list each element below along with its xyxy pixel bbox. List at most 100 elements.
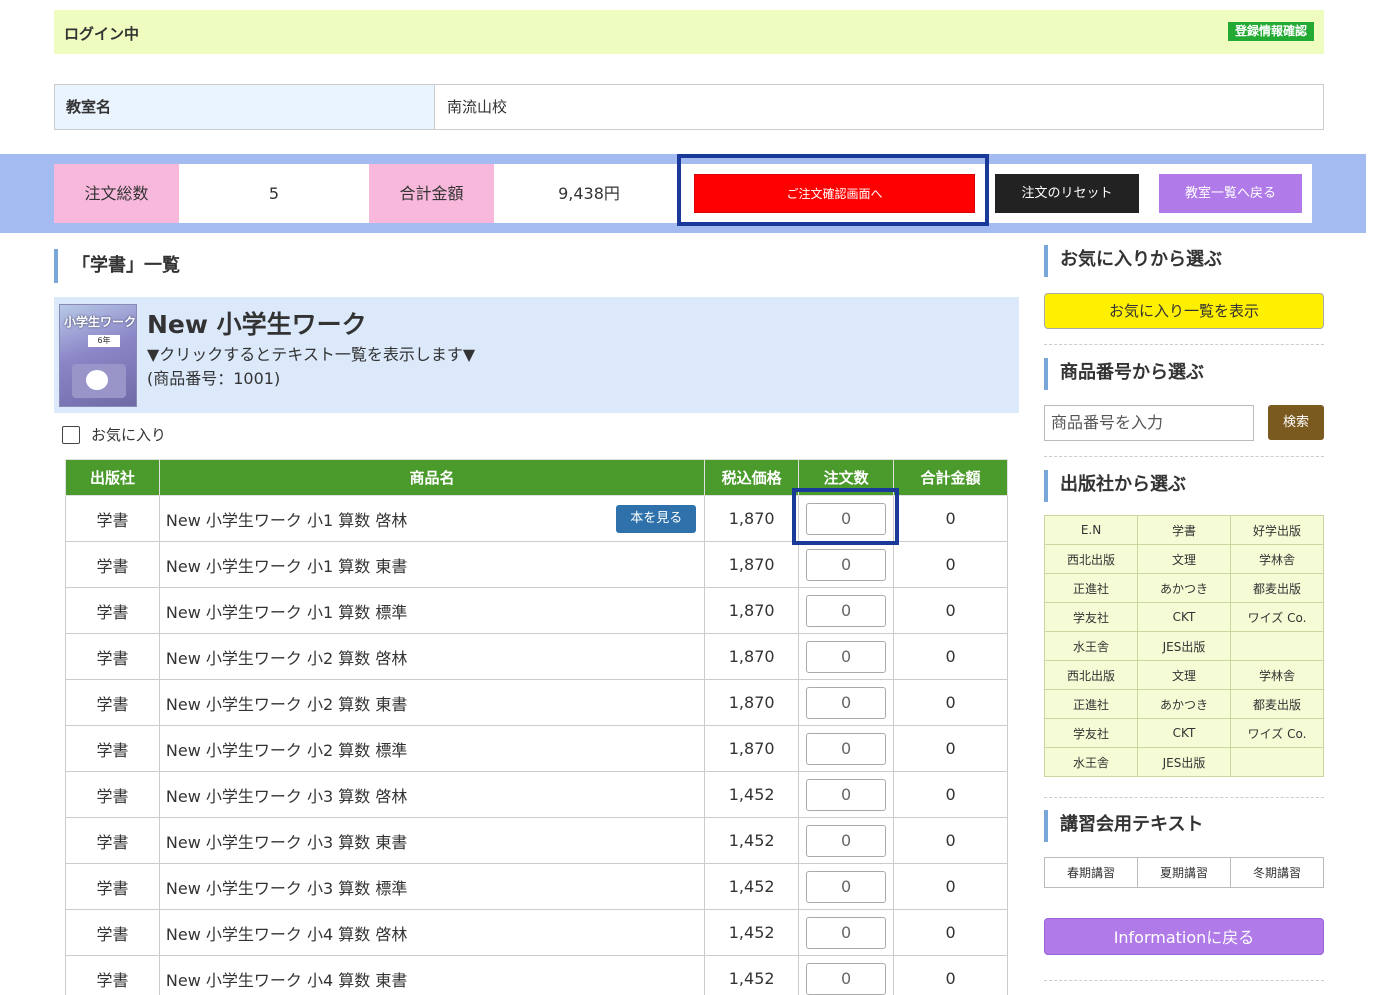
publisher-link[interactable]: ワイズ Co. bbox=[1230, 602, 1324, 632]
sidebar-divider bbox=[1044, 456, 1324, 457]
quantity-input[interactable]: 0 bbox=[806, 732, 887, 765]
quantity-input[interactable]: 0 bbox=[806, 778, 887, 811]
publisher-link[interactable]: 学友社 bbox=[1044, 718, 1138, 748]
publisher-link[interactable]: 学林舎 bbox=[1230, 660, 1324, 690]
publisher-link[interactable]: ワイズ Co. bbox=[1230, 718, 1324, 748]
publisher-link[interactable]: 都麦出版 bbox=[1230, 573, 1324, 603]
row-price: 1,452 bbox=[704, 863, 800, 910]
product-number: (商品番号：1001) bbox=[147, 369, 281, 388]
school-name: 南流山校 bbox=[447, 98, 508, 116]
school-info: 教室名 南流山校 bbox=[54, 84, 1324, 130]
publisher-link[interactable]: 都麦出版 bbox=[1230, 689, 1324, 719]
publisher-link[interactable]: 西北出版 bbox=[1044, 660, 1138, 690]
seminar-link-spring[interactable]: 春期講習 bbox=[1044, 857, 1138, 888]
product-number-section-title: 商品番号から選ぶ bbox=[1044, 358, 1204, 390]
publisher-link[interactable]: 好学出版 bbox=[1230, 515, 1324, 545]
publisher-link[interactable]: 正進社 bbox=[1044, 689, 1138, 719]
back-to-schools-button[interactable]: 教室一覧へ戻る bbox=[1159, 174, 1302, 213]
publisher-link[interactable]: 水王舎 bbox=[1044, 747, 1138, 777]
favorites-section-title: お気に入りから選ぶ bbox=[1044, 245, 1222, 277]
seminar-link-winter[interactable]: 冬期講習 bbox=[1230, 857, 1324, 888]
row-qty-cell: 0 bbox=[798, 725, 895, 772]
header-price: 税込価格 bbox=[704, 459, 800, 496]
quantity-input[interactable]: 0 bbox=[806, 594, 887, 627]
row-price: 1,870 bbox=[704, 541, 800, 588]
school-label: 教室名 bbox=[55, 85, 435, 129]
quantity-input[interactable]: 0 bbox=[806, 824, 887, 857]
publisher-link[interactable]: 文理 bbox=[1137, 660, 1231, 690]
product-cover-image: 小学生ワーク 6年 bbox=[59, 304, 137, 407]
section-title: 「学書」一覧 bbox=[54, 249, 180, 283]
row-qty-cell: 0 bbox=[798, 679, 895, 726]
publisher-link[interactable]: あかつき bbox=[1137, 573, 1231, 603]
publisher-link[interactable]: 正進社 bbox=[1044, 573, 1138, 603]
quantity-input[interactable]: 0 bbox=[806, 548, 887, 581]
sidebar-divider bbox=[1044, 797, 1324, 798]
row-product-name: New 小学生ワーク 小2 算数 標準 bbox=[158, 725, 706, 772]
row-qty-cell: 0 bbox=[798, 633, 895, 680]
publisher-link[interactable]: JES出版 bbox=[1137, 747, 1231, 777]
row-qty-cell: 0 bbox=[798, 541, 895, 588]
quantity-input[interactable]: 0 bbox=[806, 686, 887, 719]
sidebar-divider bbox=[1044, 344, 1324, 345]
row-publisher: 学書 bbox=[65, 725, 160, 772]
publisher-link[interactable]: CKT bbox=[1137, 718, 1231, 748]
row-price: 1,452 bbox=[704, 955, 800, 995]
quantity-input[interactable]: 0 bbox=[806, 870, 887, 903]
publisher-link[interactable]: 学友社 bbox=[1044, 602, 1138, 632]
table-row: 学書 New 小学生ワーク 小2 算数 啓林 1,870 0 0 bbox=[65, 633, 1008, 680]
back-to-information-button[interactable]: Informationに戻る bbox=[1044, 918, 1324, 955]
row-qty-cell: 0 bbox=[798, 587, 895, 634]
row-total: 0 bbox=[893, 587, 1008, 634]
search-button[interactable]: 検索 bbox=[1268, 405, 1324, 440]
product-header[interactable]: 小学生ワーク 6年 New 小学生ワーク ▼クリックするとテキスト一覧を表示しま… bbox=[54, 297, 1019, 413]
register-info-button[interactable]: 登録情報確認 bbox=[1227, 22, 1314, 41]
row-publisher: 学書 bbox=[65, 955, 160, 995]
row-price: 1,870 bbox=[704, 725, 800, 772]
table-row: 学書 New 小学生ワーク 小2 算数 標準 1,870 0 0 bbox=[65, 725, 1008, 772]
seminar-link-summer[interactable]: 夏期講習 bbox=[1137, 857, 1231, 888]
quantity-input-highlight bbox=[792, 488, 899, 545]
quantity-input[interactable]: 0 bbox=[806, 640, 887, 673]
row-price: 1,870 bbox=[704, 633, 800, 680]
row-total: 0 bbox=[893, 909, 1008, 956]
row-product-name: New 小学生ワーク 小1 算数 東書 bbox=[158, 541, 706, 588]
table-row: 学書 New 小学生ワーク 小4 算数 東書 1,452 0 0 bbox=[65, 955, 1008, 995]
row-product-name: New 小学生ワーク 小3 算数 標準 bbox=[158, 863, 706, 910]
publisher-link[interactable]: E.N bbox=[1044, 515, 1138, 545]
show-favorites-button[interactable]: お気に入り一覧を表示 bbox=[1044, 293, 1324, 329]
publisher-link[interactable]: あかつき bbox=[1137, 689, 1231, 719]
row-qty-cell: 0 bbox=[798, 863, 895, 910]
total-amount-value: 9,438円 bbox=[558, 184, 620, 203]
row-publisher: 学書 bbox=[65, 679, 160, 726]
publisher-link[interactable]: 西北出版 bbox=[1044, 544, 1138, 574]
table-row: 学書 New 小学生ワーク 小3 算数 啓林 1,452 0 0 bbox=[65, 771, 1008, 818]
publisher-link[interactable]: CKT bbox=[1137, 602, 1231, 632]
seminar-grid: 春期講習 夏期講習 冬期講習 bbox=[1044, 857, 1324, 888]
row-price: 1,870 bbox=[704, 679, 800, 726]
row-product-name: New 小学生ワーク 小4 算数 東書 bbox=[158, 955, 706, 995]
cover-title: 小学生ワーク bbox=[64, 315, 137, 329]
quantity-input[interactable]: 0 bbox=[806, 916, 887, 949]
publisher-link[interactable]: JES出版 bbox=[1137, 631, 1231, 661]
product-number-input[interactable]: 商品番号を入力 bbox=[1044, 405, 1254, 441]
publisher-link[interactable]: 文理 bbox=[1137, 544, 1231, 574]
view-book-button[interactable]: 本を見る bbox=[616, 505, 697, 533]
row-qty-cell: 0 bbox=[798, 817, 895, 864]
confirm-button-highlight bbox=[677, 154, 989, 226]
favorite-label: お気に入り bbox=[91, 426, 167, 444]
order-reset-button[interactable]: 注文のリセット bbox=[995, 174, 1139, 213]
publisher-link[interactable]: 学書 bbox=[1137, 515, 1231, 545]
publisher-link[interactable]: 学林舎 bbox=[1230, 544, 1324, 574]
publisher-link[interactable]: 水王舎 bbox=[1044, 631, 1138, 661]
row-qty-cell: 0 bbox=[798, 955, 895, 995]
favorite-checkbox[interactable] bbox=[62, 426, 80, 444]
row-qty-cell: 0 bbox=[798, 771, 895, 818]
table-row: 学書 New 小学生ワーク 小2 算数 東書 1,870 0 0 bbox=[65, 679, 1008, 726]
row-total: 0 bbox=[893, 541, 1008, 588]
quantity-input[interactable]: 0 bbox=[806, 962, 887, 995]
row-publisher: 学書 bbox=[65, 863, 160, 910]
row-publisher: 学書 bbox=[65, 771, 160, 818]
row-product-cell: New 小学生ワーク 小1 算数 啓林 本を見る bbox=[158, 495, 706, 542]
total-count-label: 注文総数 bbox=[54, 164, 179, 223]
